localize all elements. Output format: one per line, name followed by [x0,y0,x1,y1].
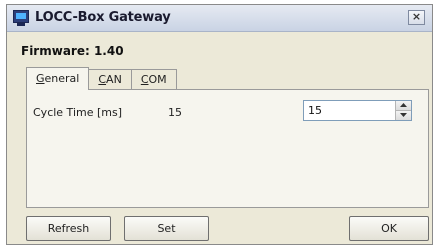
tab-com[interactable]: COM [130,69,177,89]
general-tab-panel: Cycle Time [ms] 15 [26,89,429,208]
ok-button[interactable]: OK [349,216,429,241]
tab-com-mnemonic: C [140,73,149,86]
close-icon: × [411,10,422,23]
cycle-time-spinner [303,100,412,121]
arrow-up-icon [400,103,407,107]
firmware-label: Firmware: 1.40 [21,44,124,58]
tab-general-label: eneral [44,72,80,85]
close-button[interactable]: × [408,10,425,25]
arrow-down-icon [400,113,407,117]
tab-general-mnemonic: G [36,72,45,85]
cycle-time-current-value: 15 [168,106,182,119]
spin-down-button[interactable] [395,111,411,120]
monitor-stand [17,23,25,26]
tab-can-mnemonic: C [98,73,107,86]
cycle-time-input[interactable] [304,101,394,120]
dialog-window: LOCC-Box Gateway × Firmware: 1.40 Genera… [6,4,433,245]
refresh-button[interactable]: Refresh [26,216,111,241]
set-button[interactable]: Set [124,216,209,241]
tab-strip: General CAN COM [26,67,177,90]
tab-com-label: OM [148,73,167,86]
tab-can-label: AN [106,73,122,86]
window-title: LOCC-Box Gateway [35,10,171,25]
monitor-icon [13,10,29,23]
tab-can[interactable]: CAN [88,69,132,89]
cycle-time-label: Cycle Time [ms] [33,106,123,119]
spin-up-button[interactable] [395,101,411,111]
title-bar[interactable]: LOCC-Box Gateway × [7,5,432,32]
tab-general[interactable]: General [26,67,90,90]
